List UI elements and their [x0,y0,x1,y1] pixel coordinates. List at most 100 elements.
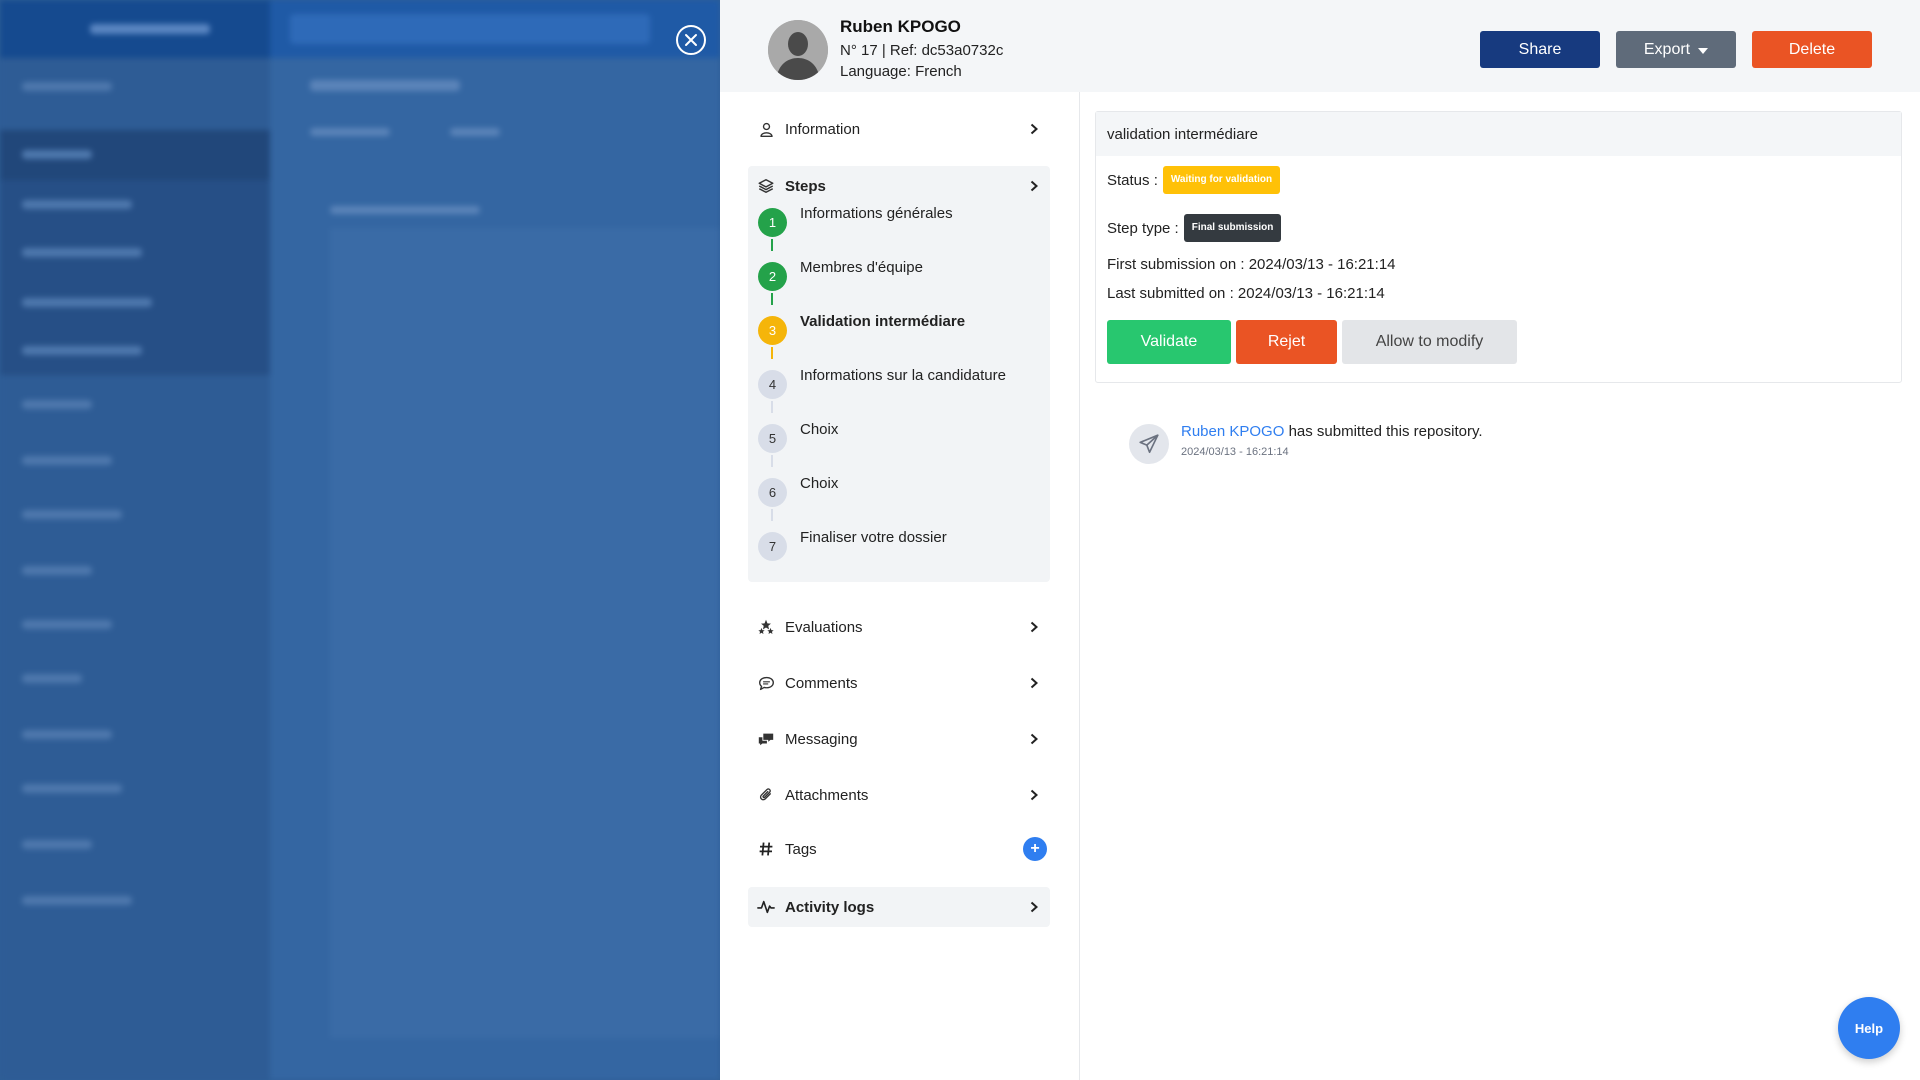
chevron-right-icon [1030,677,1038,689]
activity-user-link[interactable]: Ruben KPOGO [1181,423,1284,440]
delete-label: Delete [1788,40,1836,58]
share-label: Share [1518,40,1562,58]
step-label: Choix [800,421,839,438]
nav-label: Comments [785,674,858,692]
step-label: Finaliser votre dossier [800,529,947,546]
activity-text: Ruben KPOGO has submitted this repositor… [1181,423,1483,440]
step-title: validation intermédiare [1096,112,1901,156]
step-item[interactable]: 2 Membres d'équipe [758,259,1048,305]
validate-button[interactable]: Validate [1107,320,1231,364]
nav-label: Information [785,120,861,138]
candidate-reference: N° 17 | Ref: dc53a0732c [840,42,1004,59]
paperclip-icon [756,785,776,805]
background-search [290,14,650,44]
export-label: Export [1643,40,1691,58]
close-drawer-button[interactable] [676,25,706,55]
step-label: Validation intermédiare [800,313,966,330]
drawer-navigation: Information Steps 1 Informations générale… [720,92,1080,1080]
nav-item-steps[interactable]: Steps [748,166,1050,206]
step-detail-card: validation intermédiare Status : Waiting… [1095,111,1902,383]
paper-plane-icon [1129,424,1169,464]
background-logo-area [0,0,270,58]
add-tag-button[interactable]: + [1023,837,1047,861]
validate-label: Validate [1140,333,1198,350]
step-connector [771,293,773,305]
candidate-name: Ruben KPOGO [840,17,961,36]
activity-date: 2024/03/13 - 16:21:14 [1181,446,1289,458]
user-icon [756,119,776,139]
nav-label: Messaging [785,730,858,748]
background-app [0,0,720,1080]
activity-icon [756,897,776,917]
chevron-right-icon [1030,789,1038,801]
nav-item-comments[interactable]: Comments [748,663,1050,703]
step-connector [771,239,773,251]
step-number-badge: 4 [758,370,787,399]
step-label: Informations sur la candidature [800,367,1006,384]
chevron-right-icon [1030,180,1038,192]
step-item[interactable]: 5 Choix [758,421,1048,467]
nav-label: Tags [785,840,817,858]
help-button[interactable]: Help [1838,997,1900,1059]
step-number-badge: 7 [758,532,787,561]
step-connector [771,401,773,413]
step-number-badge: 6 [758,478,787,507]
nav-item-activity-logs[interactable]: Activity logs [748,887,1050,927]
nav-item-evaluations[interactable]: Evaluations [748,607,1050,647]
share-button[interactable]: Share [1480,31,1600,68]
reject-label: Rejet [1267,333,1306,350]
chevron-right-icon [1030,621,1038,633]
caret-down-icon [1698,47,1709,54]
nav-item-tags[interactable]: Tags + [748,829,1050,869]
step-number-badge: 2 [758,262,787,291]
activity-description: has submitted this repository. [1288,423,1483,440]
step-type-row: Step type : Final submission [1107,214,1282,242]
step-item[interactable]: 1 Informations générales [758,205,1048,251]
nav-label: Attachments [785,786,869,804]
background-sidebar [0,58,270,1080]
nav-item-messaging[interactable]: Messaging [748,719,1050,759]
reject-button[interactable]: Rejet [1236,320,1337,364]
steps-panel: Steps 1 Informations générales 2 Membres d'… [748,166,1050,582]
step-number-badge: 1 [758,208,787,237]
status-label: Status : [1107,171,1158,189]
step-detail-area: validation intermédiare Status : Waiting… [1095,92,1905,1080]
step-item[interactable]: 7 Finaliser votre dossier [758,529,1048,572]
chevron-right-icon [1030,123,1038,135]
step-connector [771,347,773,359]
hashtag-icon [756,839,776,859]
step-item[interactable]: 3 Validation intermédiare [758,313,1048,359]
step-connector [771,509,773,521]
user-silhouette-icon [768,20,828,80]
allow-to-modify-button[interactable]: Allow to modify [1342,320,1517,364]
allow-to-modify-label: Allow to modify [1375,333,1484,350]
step-type-label: Step type : [1107,219,1179,237]
step-type-badge: Final submission [1183,214,1282,242]
step-item[interactable]: 4 Informations sur la candidature [758,367,1048,413]
step-label: Membres d'équipe [800,259,923,276]
background-topbar [0,0,720,58]
export-dropdown-button[interactable]: Export [1616,31,1736,68]
last-submitted-date: Last submitted on : 2024/03/13 - 16:21:1… [1107,285,1385,302]
step-label: Informations générales [800,205,953,222]
chevron-right-icon [1030,901,1038,913]
step-item[interactable]: 6 Choix [758,475,1048,521]
step-number-badge: 3 [758,316,787,345]
delete-button[interactable]: Delete [1752,31,1872,68]
background-content [270,58,720,1080]
chevron-right-icon [1030,733,1038,745]
nav-label: Activity logs [785,898,875,916]
nav-label: Steps [785,177,826,195]
stars-icon [756,617,776,637]
candidate-drawer: Ruben KPOGO N° 17 | Ref: dc53a0732c Lang… [720,0,1920,1080]
nav-item-information[interactable]: Information [748,109,1050,149]
step-connector [771,455,773,467]
nav-item-attachments[interactable]: Attachments [748,775,1050,815]
step-number-badge: 5 [758,424,787,453]
activity-entry: Ruben KPOGO has submitted this repositor… [1129,419,1889,469]
layers-icon [756,176,776,196]
comment-icon [756,673,776,693]
status-badge: Waiting for validation [1162,166,1281,194]
nav-label: Evaluations [785,618,863,636]
first-submission-date: First submission on : 2024/03/13 - 16:21… [1107,256,1396,273]
